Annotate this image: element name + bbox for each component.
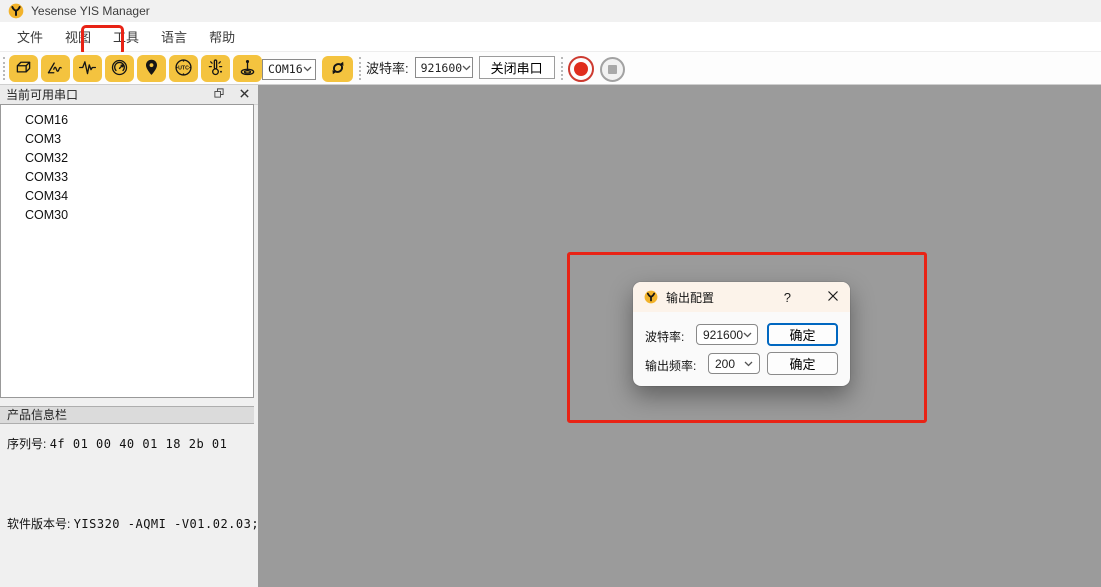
chevron-down-icon (743, 332, 752, 338)
vibration-waveform-button[interactable] (73, 55, 102, 82)
port-select[interactable]: COM16 (262, 59, 316, 80)
utc-clock-icon: UTC (173, 57, 194, 81)
software-version-row: 软件版本号: YIS320 -AQMI -V01.02.03; (7, 515, 259, 532)
menu-help[interactable]: 帮助 (198, 23, 246, 50)
dialog-output-rate-value: 200 (715, 357, 735, 371)
port-toolbar-group: COM16 (262, 56, 353, 82)
location-pin-icon (141, 57, 162, 81)
serial-number-row: 序列号: 4f 01 00 40 01 18 2b 01 (7, 435, 227, 452)
menu-file[interactable]: 文件 (6, 23, 54, 50)
toolbar-separator (3, 57, 5, 80)
toolbar: UTC COM16 波特率: 921600 关闭串口 (0, 52, 1101, 85)
close-icon (239, 87, 250, 102)
port-list-item[interactable]: COM32 (1, 149, 253, 168)
product-info-header: 产品信息栏 (0, 406, 254, 424)
toolbar-separator (359, 57, 361, 80)
dialog-output-rate-label: 输出频率: (645, 357, 696, 374)
window-title: Yesense YIS Manager (31, 4, 150, 18)
temperature-button[interactable] (201, 55, 230, 82)
dialog-baud-rate-label: 波特率: (645, 328, 684, 345)
3d-box-icon (13, 57, 34, 81)
dock-close-button[interactable] (239, 87, 250, 102)
angle-waveform-icon (45, 57, 66, 81)
location-button[interactable] (137, 55, 166, 82)
menu-view[interactable]: 视图 (54, 23, 102, 50)
dialog-output-rate-ok-button[interactable]: 确定 (767, 352, 838, 375)
close-serial-port-button[interactable]: 关闭串口 (479, 56, 555, 79)
dialog-help-button[interactable]: ? (784, 290, 791, 305)
dialog-baud-ok-button[interactable]: 确定 (767, 323, 838, 346)
dialog-baud-rate-select[interactable]: 921600 (696, 324, 758, 345)
dock-float-button[interactable] (213, 87, 225, 102)
toolbar-separator (561, 57, 563, 80)
chevron-down-icon (303, 66, 312, 72)
port-list-item[interactable]: COM30 (1, 206, 253, 225)
baud-rate-label: 波特率: (366, 58, 409, 77)
dialog-output-rate-select[interactable]: 200 (708, 353, 760, 374)
software-version-label: 软件版本号: (7, 517, 70, 531)
title-bar: Yesense YIS Manager (0, 0, 1101, 22)
port-list-item[interactable]: COM3 (1, 130, 253, 149)
menu-bar: 文件 视图 工具 语言 帮助 (0, 22, 1101, 52)
serial-number-label: 序列号: (7, 437, 46, 451)
chevron-down-icon (744, 361, 753, 367)
port-select-value: COM16 (268, 62, 303, 76)
available-ports-list: COM16 COM3 COM32 COM33 COM34 COM30 (0, 104, 254, 398)
app-window: Yesense YIS Manager 文件 视图 工具 语言 帮助 (0, 0, 1101, 587)
port-list-item[interactable]: COM34 (1, 187, 253, 206)
sensor-toolbar-group: UTC (9, 55, 262, 82)
refresh-icon (328, 58, 348, 81)
output-config-dialog: 输出配置 ? 波特率: 921600 确定 输出频率: 200 确定 (633, 282, 850, 386)
refresh-ports-button[interactable] (322, 56, 353, 82)
dialog-close-button[interactable] (827, 290, 839, 305)
dock-title: 当前可用串口 (6, 86, 199, 103)
baud-toolbar-group: 波特率: 921600 关闭串口 (366, 56, 555, 79)
dialog-title: 输出配置 (666, 289, 714, 306)
dock-header: 当前可用串口 (0, 85, 258, 105)
serial-port-dock-panel: 当前可用串口 COM16 COM3 COM32 COM33 COM34 COM3… (0, 85, 258, 587)
gauge-icon (109, 57, 130, 81)
float-window-icon (213, 87, 225, 102)
serial-number-value: 4f 01 00 40 01 18 2b 01 (50, 437, 228, 451)
svg-text:UTC: UTC (178, 65, 189, 71)
software-version-value: YIS320 -AQMI -V01.02.03; (74, 517, 259, 531)
thermometer-icon (205, 57, 226, 81)
angle-waveform-button[interactable] (41, 55, 70, 82)
vibration-waveform-icon (77, 57, 98, 81)
baud-rate-value: 921600 (421, 61, 463, 75)
chevron-down-icon (462, 65, 471, 71)
3d-box-button[interactable] (9, 55, 38, 82)
baud-rate-select[interactable]: 921600 (415, 57, 473, 78)
record-button[interactable] (568, 56, 594, 82)
menu-tools[interactable]: 工具 (102, 23, 150, 50)
pressure-probe-icon (237, 57, 258, 81)
yesense-logo-icon (8, 3, 24, 19)
record-icon (574, 62, 588, 76)
port-list-item[interactable]: COM33 (1, 168, 253, 187)
gauge-button[interactable] (105, 55, 134, 82)
yesense-logo-icon (644, 290, 658, 304)
dialog-title-bar: 输出配置 ? (633, 282, 850, 312)
stop-icon (608, 65, 617, 74)
menu-language[interactable]: 语言 (150, 23, 198, 50)
pressure-button[interactable] (233, 55, 262, 82)
stop-button[interactable] (600, 57, 625, 82)
port-list-item[interactable]: COM16 (1, 111, 253, 130)
dialog-baud-rate-value: 921600 (703, 328, 743, 342)
record-toolbar-group (568, 56, 625, 82)
utc-clock-button[interactable]: UTC (169, 55, 198, 82)
close-icon (827, 290, 839, 305)
